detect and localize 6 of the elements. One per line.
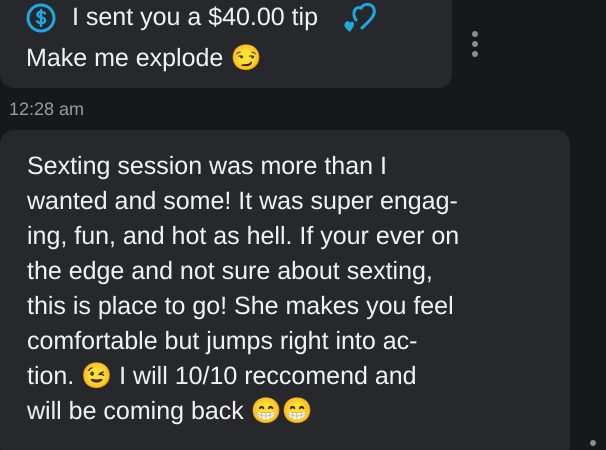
timestamp: 12:28 am [8, 98, 86, 120]
more-options-icon[interactable] [472, 31, 478, 57]
message-text: Make me explode 😏 [26, 43, 262, 74]
tip-text: I sent you a $40.00 tip [72, 2, 318, 33]
message-text: Sexting session was more than I wanted and some! It was super engag- ing, fun, and hot as hell. If your ever on the edge and not sure about sexting, this is place to go! She makes you feel comfortable but jumps right into ac- tion. 😉 I will 10/10 reccomend and will be coming back 😁😁 [27, 151, 460, 427]
dollar-icon [26, 2, 56, 32]
